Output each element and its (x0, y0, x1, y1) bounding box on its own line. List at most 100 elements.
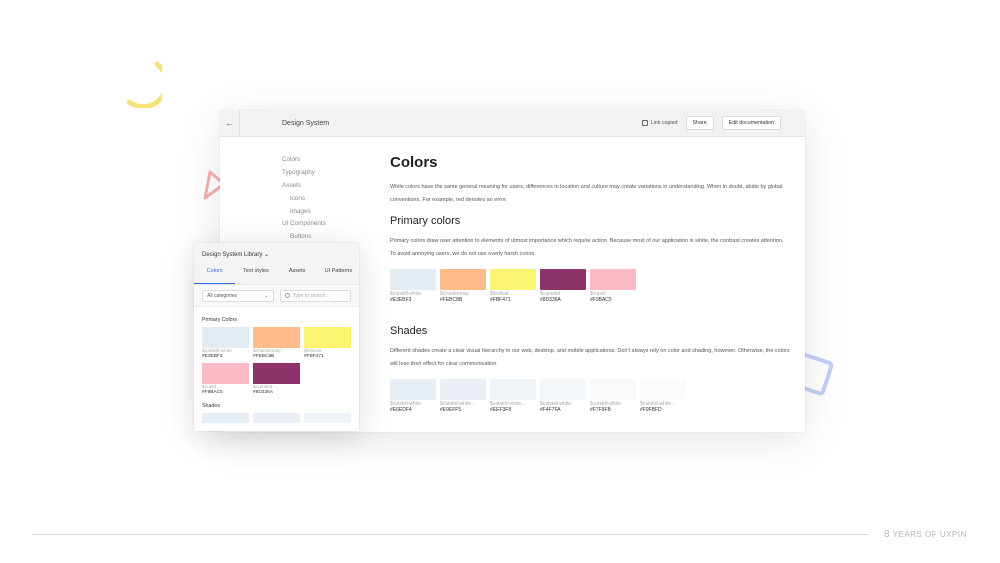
footer-caption: 8 YEARS OF UXPIN (884, 529, 967, 540)
shade-swatch-chip[interactable] (304, 413, 351, 423)
swatch-chip (590, 379, 636, 400)
primary-colors-heading: Primary colors (390, 215, 461, 227)
swatch-hex: #EEF3F8 (490, 407, 512, 413)
color-swatch[interactable]: $catskill-white... #EEF3F8 (490, 379, 536, 413)
swatch-hex: #FEBC8B (440, 297, 463, 303)
color-swatch[interactable]: $festival #FBF471 (304, 327, 351, 359)
swatch-hex: #FBF471 (304, 354, 324, 359)
library-title[interactable]: Design System Library ⌄ (194, 243, 359, 263)
swatch-chip (540, 379, 586, 400)
page-title: Design System (282, 119, 330, 127)
color-swatch[interactable]: $catskill-white #E3EBF3 (202, 327, 249, 359)
swatch-hex: #F4F7FA (540, 407, 561, 413)
library-header: Design System Library ⌄ Colors Text styl… (194, 243, 359, 285)
sidebar-item-typography[interactable]: Typography (282, 167, 326, 180)
yellow-arc-decoration (126, 61, 162, 108)
category-select-value: All categories (207, 292, 238, 299)
swatch-chip (640, 379, 686, 400)
swatch-chip (590, 269, 636, 290)
color-swatch[interactable]: $cupid #F9BAC5 (202, 363, 249, 395)
primary-swatch-row: $catskill-white #E3EBF3 $chardonnay #FEBC8B… (390, 269, 790, 303)
library-filters: All categories ⌄ Type to search... (194, 285, 359, 307)
swatch-chip (253, 363, 300, 384)
swatch-hex: #E3EBF3 (390, 297, 412, 303)
primary-colors-section-label: Primary Colors (202, 317, 238, 323)
swatch-chip (253, 327, 300, 348)
sidebar-item-colors[interactable]: Colors (282, 154, 326, 167)
swatch-hex: #FBF471 (490, 297, 511, 303)
footer-label: YEARS OF UXPIN (892, 530, 967, 539)
tab-assets[interactable]: Assets (277, 263, 318, 284)
tab-colors[interactable]: Colors (194, 263, 236, 284)
library-shades-row (194, 409, 359, 423)
swatch-hex: #E6EDF4 (390, 407, 412, 413)
footer-divider (32, 534, 868, 535)
section-title: Colors (390, 154, 438, 171)
color-swatch[interactable]: $chardonnay #FEBC8B (253, 327, 300, 359)
edit-documentation-button[interactable]: Edit documentation (721, 116, 781, 130)
search-input[interactable]: Type to search... (279, 289, 351, 302)
swatch-hex: #E3EBF3 (202, 354, 223, 359)
footer-number: 8 (884, 529, 891, 540)
swatch-chip (390, 379, 436, 400)
window-topbar: ← Design System Link copied Share Edit d… (220, 110, 805, 137)
swatch-hex: #8D336A (540, 297, 561, 303)
color-swatch[interactable]: $catskill-white #E3EBF3 (390, 269, 436, 303)
color-swatch[interactable]: $catskill-white... #F9FBFD (640, 379, 686, 413)
swatch-hex: #F9BAC5 (202, 390, 223, 395)
main-content: Colors While colors have the same genera… (390, 154, 790, 413)
shade-swatch-chip[interactable] (253, 413, 300, 423)
link-copied-label: Link copied (650, 120, 678, 126)
category-select[interactable]: All categories ⌄ (202, 289, 274, 302)
search-placeholder: Type to search... (292, 292, 330, 299)
library-swatch-grid: $catskill-white #E3EBF3 $chardonnay #FEBC8B… (194, 323, 359, 395)
topbar-actions: Link copied Share Edit documentation (641, 116, 781, 130)
design-system-library-panel: Design System Library ⌄ Colors Text styl… (194, 243, 359, 431)
sidebar-item-assets[interactable]: Assets (282, 180, 326, 193)
color-swatch[interactable]: $chardonnay #FEBC8B (440, 269, 486, 303)
swatch-chip (540, 269, 586, 290)
shade-swatch-chip[interactable] (202, 413, 249, 423)
swatch-chip (440, 379, 486, 400)
swatch-hex: #F9FBFD (640, 407, 662, 413)
swatch-hex: #FEBC8B (253, 354, 275, 359)
swatch-hex: #F9BAC5 (590, 297, 612, 303)
swatch-hex: #F7F9FB (590, 407, 611, 413)
link-copied-indicator: Link copied (641, 120, 678, 126)
swatch-hex: #E9EFF5 (440, 407, 462, 413)
chevron-down-icon: ⌄ (264, 292, 269, 299)
shades-heading: Shades (390, 325, 428, 337)
color-swatch[interactable]: $catskill-white #F7F9FB (590, 379, 636, 413)
shades-swatch-row: $catskill-white #E6EDF4 $catskill-white...… (390, 379, 790, 413)
library-tabs: Colors Text styles Assets UI Patterns (194, 263, 359, 284)
shades-section-label: Shades (202, 403, 220, 409)
arrow-left-icon[interactable]: ← (220, 110, 240, 137)
color-swatch[interactable]: $catskill-white #F4F7FA (540, 379, 586, 413)
library-title-text: Design System Library (202, 252, 263, 258)
tab-ui-patterns[interactable]: UI Patterns (318, 263, 359, 284)
primary-colors-paragraph: Primary colors draw user attention to el… (390, 238, 784, 257)
shades-paragraph: Different shades create a clear visual h… (390, 348, 790, 367)
swatch-chip (202, 327, 249, 348)
color-swatch[interactable]: $camelot #8D336A (253, 363, 300, 395)
swatch-chip (390, 269, 436, 290)
color-swatch[interactable]: $cupid #F9BAC5 (590, 269, 636, 303)
sidebar-item-icons[interactable]: Icons (282, 193, 326, 206)
color-swatch[interactable]: $camelot #8D336A (540, 269, 586, 303)
tab-text-styles[interactable]: Text styles (235, 263, 276, 284)
sidebar-item-ui-components[interactable]: UI Components (282, 218, 326, 231)
swatch-chip (304, 327, 351, 348)
link-icon (641, 120, 648, 126)
intro-paragraph: While colors have the same general meani… (390, 184, 783, 203)
swatch-hex: #8D336A (253, 390, 274, 395)
color-swatch[interactable]: $catskill-white... #E9EFF5 (440, 379, 486, 413)
swatch-chip (490, 269, 536, 290)
color-swatch[interactable]: $festival #FBF471 (490, 269, 536, 303)
chevron-down-icon: ⌄ (264, 252, 270, 258)
share-button[interactable]: Share (685, 116, 714, 130)
swatch-chip (490, 379, 536, 400)
sidebar-item-images[interactable]: Images (282, 206, 326, 219)
swatch-chip (202, 363, 249, 384)
color-swatch[interactable]: $catskill-white #E6EDF4 (390, 379, 436, 413)
search-icon (284, 293, 290, 298)
